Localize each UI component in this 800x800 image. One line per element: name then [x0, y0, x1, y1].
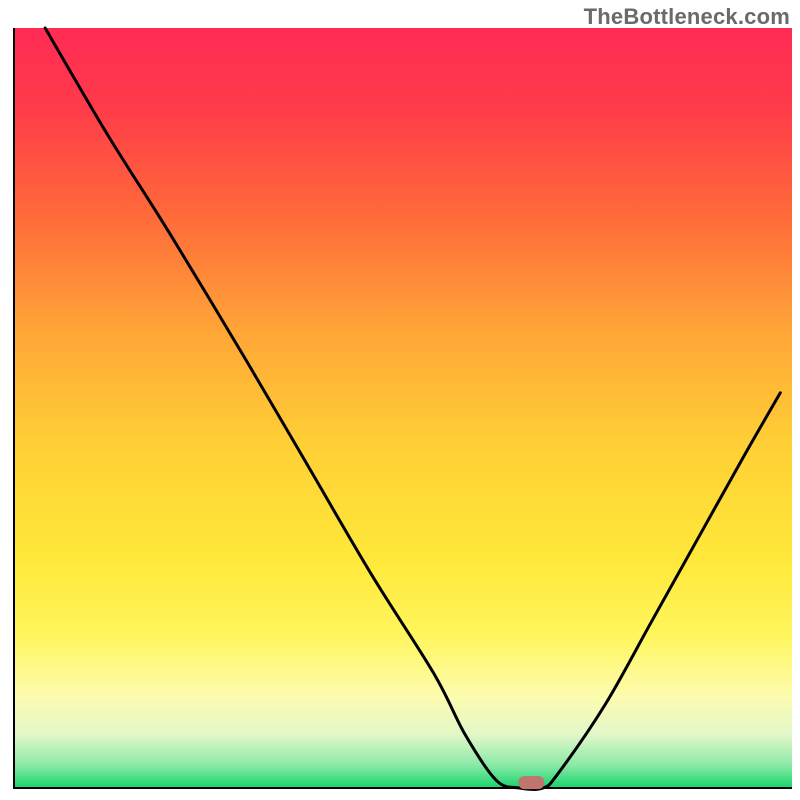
optimal-marker: [518, 776, 544, 789]
plot-background: [14, 28, 792, 788]
bottleneck-chart: [0, 0, 800, 800]
chart-container: { "watermark": "TheBottleneck.com", "cha…: [0, 0, 800, 800]
